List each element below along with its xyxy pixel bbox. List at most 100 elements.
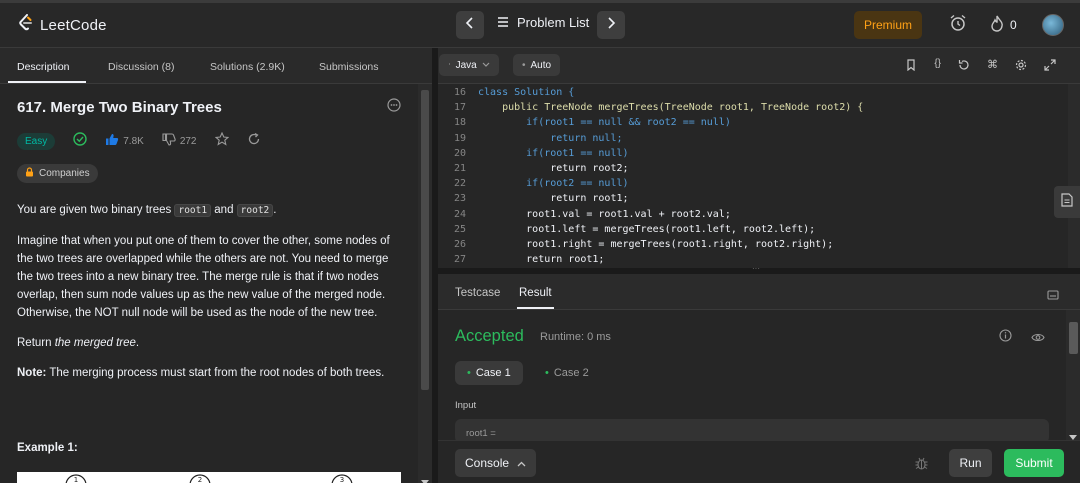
prev-problem-button[interactable] [456,11,484,39]
premium-button[interactable]: Premium [854,11,922,39]
note-paragraph: Note: The merging process must start fro… [17,364,407,382]
tab-submissions[interactable]: Submissions [319,61,379,73]
action-bar: Console Run Submit [438,440,1080,483]
case-pass-dot-icon: • [467,367,471,379]
tab-testcase[interactable]: Testcase [455,287,500,299]
example-tree-image: 1 2 3 [17,472,401,483]
companies-tag[interactable]: Companies [17,164,98,183]
console-label: Console [465,456,510,470]
case-2-tab[interactable]: • Case 2 [533,361,601,385]
collapse-panel-icon[interactable] [1047,287,1059,305]
tab-result[interactable]: Result [519,287,552,299]
description-scrollbar-thumb[interactable] [421,90,429,390]
editor-icons: {} ⌘ [905,58,1056,76]
code-line: 20 if(root1 == null) [438,146,1058,161]
code-text: return null; [478,132,623,144]
tab-description[interactable]: Description [17,61,70,73]
case-pass-dot-icon: • [545,367,549,379]
tab-discussion[interactable]: Discussion (8) [108,61,175,73]
tree-node-label: 3 [340,476,344,483]
streak-counter[interactable]: 0 [990,15,1017,35]
flame-icon [990,15,1004,35]
tree-node-label: 2 [198,476,202,483]
description-paragraph-2: Imagine that when you put one of them to… [17,235,390,319]
code-text: public TreeNode mergeTrees(TreeNode root… [478,102,864,114]
braces-icon[interactable]: {} [934,58,941,76]
mode-dot-icon: • [522,59,526,71]
auto-mode-toggle[interactable]: • Auto [513,54,561,76]
p1-and: and [211,204,237,216]
language-select[interactable]: ᐧ Java [439,54,499,76]
editor-scrollbar[interactable] [1068,84,1080,268]
drag-handle-icon[interactable]: ··· [752,264,760,273]
line-number: 23 [453,193,466,205]
code-line: 22 if(root2 == null) [438,176,1058,191]
note-text: The merging process must start from the … [46,367,385,379]
line-number: 22 [453,178,466,190]
code-line: 27 return root1; [438,252,1058,267]
share-icon[interactable] [247,132,261,151]
run-button[interactable]: Run [949,449,992,477]
more-options-icon[interactable] [387,98,401,117]
p1-end: . [273,204,277,216]
code-area[interactable]: 16 class Solution { 17 public TreeNode m… [438,84,1058,268]
next-problem-button[interactable] [597,11,625,39]
language-label: Java [455,59,477,71]
code-line: 24 root1.val = root1.val + root2.val; [438,207,1058,222]
like-count: 7.8K [123,135,144,147]
logo[interactable]: LeetCode [18,14,107,37]
expand-icon[interactable] [1044,58,1056,76]
code-line: 19 return null; [438,131,1058,146]
code-line: 25 root1.left = mergeTrees(root1.left, r… [438,222,1058,237]
code-line: 16 class Solution { [438,85,1058,100]
code-editor: ᐧ Java • Auto {} ⌘ 16 class Solution { 1… [438,48,1080,268]
p3-emphasis: the merged tree [54,337,136,349]
code-line: 23 return root1; [438,191,1058,206]
notes-button[interactable] [1054,186,1080,218]
code-text: root1.left = mergeTrees(root1.left, root… [478,223,816,235]
star-icon[interactable] [214,131,229,151]
p3-text: Return [17,337,55,349]
dislike-button[interactable]: 272 [162,133,197,149]
case-2-label: Case 2 [553,367,589,379]
problem-list-button[interactable]: Problem List [497,15,589,30]
result-panel: Testcase Result Accepted Runtime: 0 ms •… [438,274,1080,483]
tab-solutions[interactable]: Solutions (2.9K) [210,61,285,73]
companies-label: Companies [39,168,90,179]
result-tab-indicator [517,307,554,309]
note-label: Note: [17,367,47,379]
code-text: root1.val = root1.val + root2.val; [478,208,731,220]
chevron-up-icon [517,456,526,470]
console-button[interactable]: Console [455,449,537,477]
info-icon[interactable] [999,329,1012,347]
runtime-text: Runtime: 0 ms [540,331,611,343]
code-line: 21 return root2; [438,161,1058,176]
inline-code-root2: root2 [236,204,274,217]
scroll-down-arrow-icon[interactable] [421,473,429,483]
chevron-right-icon [606,16,616,34]
logo-text: LeetCode [40,17,107,34]
reset-icon[interactable] [958,58,970,76]
debug-bug-icon[interactable] [914,456,929,476]
avatar[interactable] [1042,14,1064,36]
like-button[interactable]: 7.8K [105,133,144,149]
submit-button[interactable]: Submit [1004,449,1064,477]
top-accent-line [0,0,1080,3]
line-number: 18 [453,117,466,129]
result-scrollbar-thumb[interactable] [1069,322,1078,354]
code-text: if(root2 == null) [478,178,629,190]
alarm-clock-icon[interactable] [949,14,967,37]
eye-icon[interactable] [1031,330,1045,348]
gear-icon[interactable] [1015,58,1027,76]
line-number: 25 [453,223,466,235]
description-tabs: Description Discussion (8) Solutions (2.… [0,48,432,84]
case-1-tab[interactable]: • Case 1 [455,361,523,385]
tree-node-label: 1 [74,476,78,483]
code-text: if(root1 == null && root2 == null) [478,117,731,129]
code-text: root1.right = mergeTrees(root1.right, ro… [478,238,834,250]
active-tab-indicator [8,81,86,83]
p1-text: You are given two binary trees [17,204,175,216]
result-tabs: Testcase Result [438,274,1080,310]
command-icon[interactable]: ⌘ [987,58,998,76]
bookmark-icon[interactable] [905,58,917,76]
